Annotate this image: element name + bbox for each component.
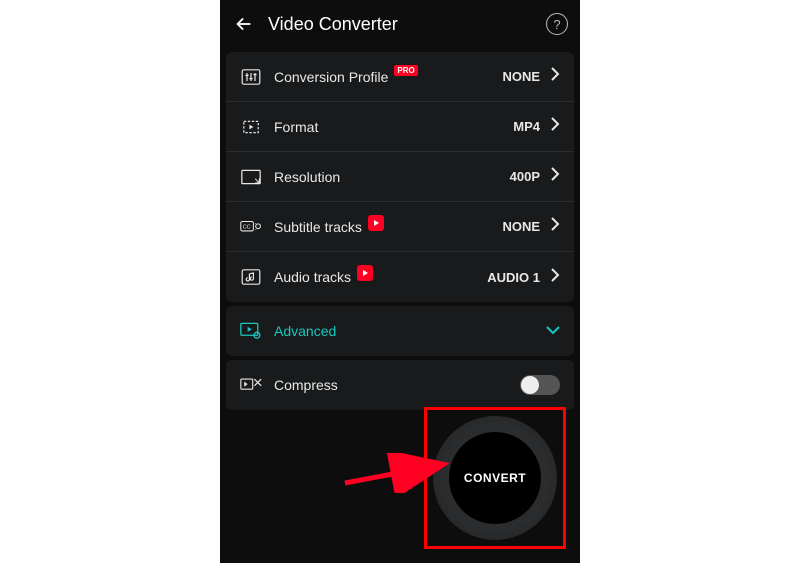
resolution-icon	[240, 168, 262, 186]
audio-icon	[240, 268, 262, 286]
row-label: Subtitle tracks	[274, 219, 384, 235]
app-screen: Video Converter ? Conversion Profile PRO…	[220, 0, 580, 563]
settings-panel: Conversion Profile PRO NONE Format MP4	[226, 52, 574, 302]
row-compress[interactable]: Compress	[226, 360, 574, 410]
row-advanced[interactable]: Advanced	[226, 306, 574, 356]
compress-toggle[interactable]	[520, 375, 560, 395]
row-conversion-profile[interactable]: Conversion Profile PRO NONE	[226, 52, 574, 102]
row-subtitle-tracks[interactable]: CC Subtitle tracks NONE	[226, 202, 574, 252]
row-label: Resolution	[274, 169, 340, 185]
chevron-right-icon	[550, 167, 560, 186]
row-value: NONE	[502, 69, 540, 84]
page-title: Video Converter	[268, 14, 398, 35]
row-label: Audio tracks	[274, 269, 373, 285]
row-label: Format	[274, 119, 318, 135]
compress-icon	[240, 376, 262, 394]
chevron-right-icon	[550, 268, 560, 287]
back-icon[interactable]	[232, 12, 256, 36]
svg-text:CC: CC	[243, 224, 251, 230]
rec-badge-icon	[368, 215, 384, 231]
advanced-panel: Advanced	[226, 306, 574, 356]
compress-panel: Compress	[226, 360, 574, 410]
row-value: NONE	[502, 219, 540, 234]
row-value: MP4	[513, 119, 540, 134]
chevron-right-icon	[550, 117, 560, 136]
format-icon	[240, 118, 262, 136]
rec-badge-icon	[357, 265, 373, 281]
row-label: Compress	[274, 377, 338, 393]
sliders-icon	[240, 68, 262, 86]
annotation-highlight-box: CONVERT	[424, 407, 566, 549]
chevron-down-icon	[546, 322, 560, 340]
row-label: Conversion Profile PRO	[274, 69, 418, 85]
help-icon[interactable]: ?	[546, 13, 568, 35]
convert-button-label: CONVERT	[449, 432, 541, 524]
row-value: AUDIO 1	[487, 270, 540, 285]
header-bar: Video Converter ?	[220, 0, 580, 48]
row-resolution[interactable]: Resolution 400P	[226, 152, 574, 202]
convert-button[interactable]: CONVERT	[433, 416, 557, 540]
advanced-icon	[240, 322, 262, 340]
row-label: Advanced	[274, 323, 336, 339]
row-value: 400P	[510, 169, 540, 184]
chevron-right-icon	[550, 217, 560, 236]
row-format[interactable]: Format MP4	[226, 102, 574, 152]
subtitle-icon: CC	[240, 218, 262, 236]
pro-badge: PRO	[394, 65, 417, 76]
chevron-right-icon	[550, 67, 560, 86]
row-audio-tracks[interactable]: Audio tracks AUDIO 1	[226, 252, 574, 302]
